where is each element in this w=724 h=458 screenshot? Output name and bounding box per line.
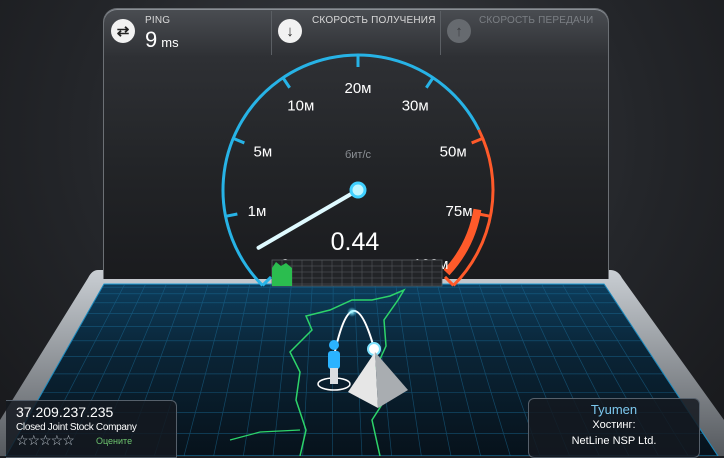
gauge-tick-label: 30м: [402, 97, 429, 114]
gauge-tick: [478, 212, 491, 218]
server-info-box: Tyumen Хостинг: NetLine NSP Ltd.: [528, 398, 700, 458]
gauge-tick: [443, 275, 455, 287]
host-label: Хостинг:: [592, 419, 636, 431]
speedtest-stage: ⇄ PING 9 ms ↓ СКОРОСТЬ ПОЛУЧЕНИЯ ↑ СКОРОС…: [0, 0, 724, 458]
client-info-box: 37.209.237.235 Closed Joint Stock Compan…: [6, 400, 177, 458]
gauge-tick: [261, 275, 273, 287]
server-city[interactable]: Tyumen: [529, 402, 699, 417]
gauge-tick-label: 10м: [287, 97, 314, 114]
host-name: NetLine NSP Ltd.: [571, 435, 657, 447]
gauge-tick: [232, 136, 245, 145]
needle-hub: [349, 181, 367, 199]
gauge-tick: [281, 76, 291, 89]
gauge-tick-label: 5м: [254, 144, 273, 161]
rate-link[interactable]: Оцените: [96, 436, 132, 446]
gauge-tick-label: 1м: [248, 203, 267, 220]
client-ip: 37.209.237.235: [16, 404, 114, 420]
gauge-tick: [225, 212, 238, 218]
gauge-tick-label: 50м: [440, 144, 467, 161]
speed-graph-fill: [272, 262, 292, 286]
speed-graph-strip: [271, 259, 443, 287]
gauge-unit-label: бит/с: [345, 149, 372, 161]
gauge-tick: [425, 76, 435, 89]
gauge-tick-label: 75м: [446, 203, 473, 220]
gauge-speed-value: 0.44: [331, 228, 380, 256]
speed-gauge: 01м5м10м20м30м50м75м100м бит/с 0.44: [221, 53, 495, 287]
gauge-tick: [471, 136, 484, 145]
gauge-tick-label: 20м: [345, 80, 372, 97]
rating-stars[interactable]: ☆☆☆☆☆: [16, 432, 75, 449]
